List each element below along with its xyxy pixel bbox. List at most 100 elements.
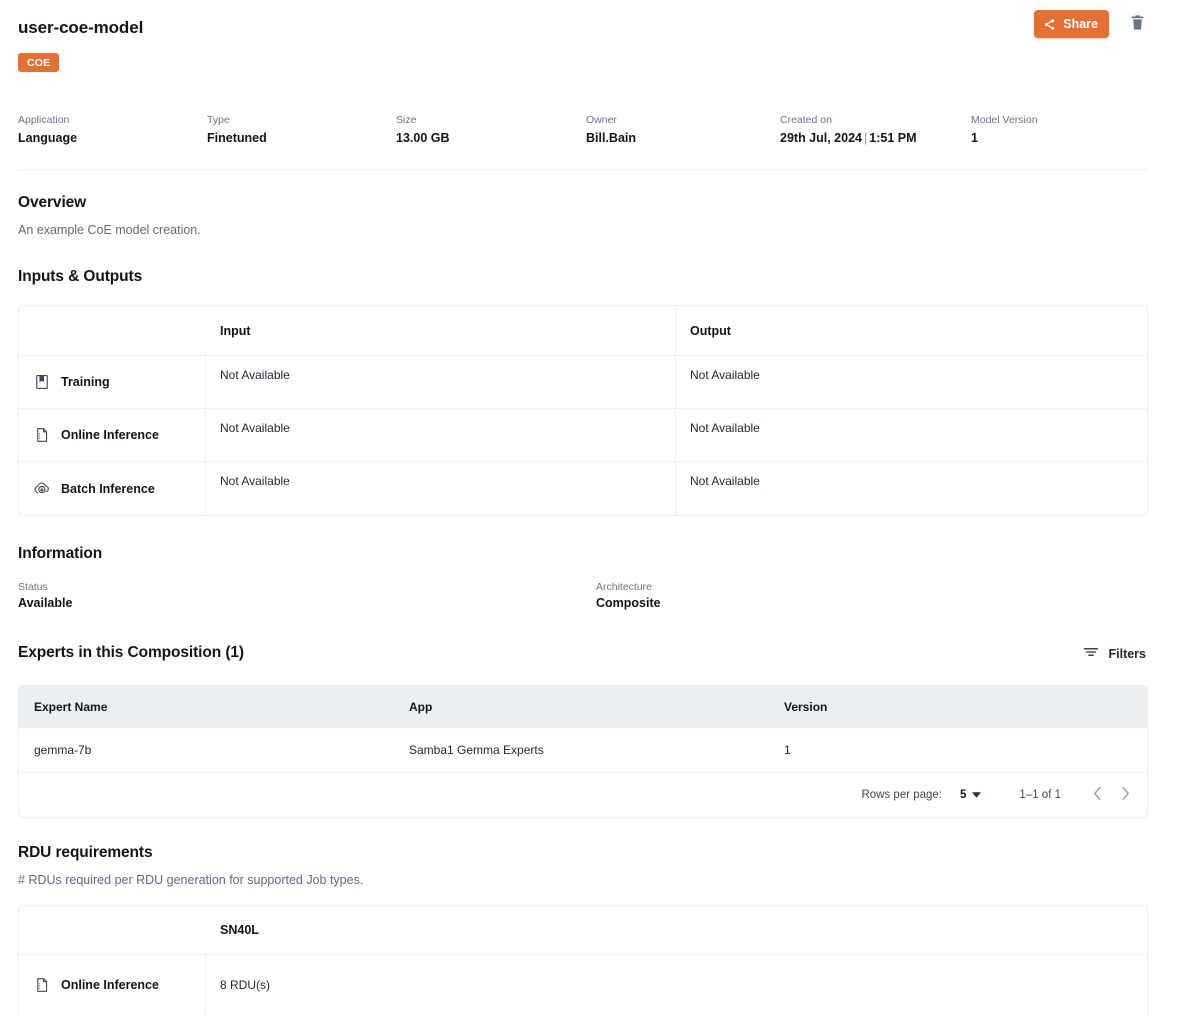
header-divider (18, 169, 1148, 170)
badge-row: COE (18, 50, 1182, 76)
table-row: Online Inference 8 RDU(s) (19, 954, 1147, 1014)
filter-icon (1083, 645, 1099, 662)
delete-button[interactable] (1127, 11, 1148, 37)
row-label: Online Inference (61, 978, 159, 992)
row-label-cell: Online Inference (19, 409, 206, 461)
filters-button[interactable]: Filters (1081, 641, 1148, 666)
column-header-app: App (394, 700, 769, 714)
bookmark-icon (33, 373, 51, 391)
table-row: Online Inference Not Available Not Avail… (19, 409, 1147, 462)
row-label-cell: Batch Inference (19, 462, 206, 515)
row-label: Batch Inference (61, 482, 155, 496)
info-status: Status Available (18, 580, 72, 610)
info-status-label: Status (18, 580, 72, 594)
meta-owner-value: Bill.Bain (586, 130, 636, 146)
rdu-title: RDU requirements (18, 844, 1182, 862)
row-output-value: Not Available (690, 368, 760, 382)
rdu-section: RDU requirements # RDUs required per RDU… (18, 844, 1182, 1014)
status-badge: COE (18, 53, 59, 72)
meta-created-on-value: 29th Jul, 2024|1:51 PM (780, 130, 917, 146)
share-button-label: Share (1063, 17, 1098, 31)
cloud-download-icon (33, 480, 51, 498)
metadata-strip: Application Language Type Finetuned Size… (18, 107, 1182, 169)
cell-expert-name: gemma-7b (19, 743, 394, 757)
cell-app: Samba1 Gemma Experts (394, 743, 769, 757)
created-date: 29th Jul, 2024 (780, 131, 862, 145)
info-status-value: Available (18, 596, 72, 610)
rdu-table: SN40L Online Inference 8 RD (18, 905, 1148, 1014)
header-actions: Share (1034, 10, 1148, 38)
overview-section: Overview An example CoE model creation. (18, 194, 1182, 237)
table-header-row: Input Output (19, 306, 1147, 356)
chevron-left-icon (1093, 786, 1102, 804)
information-title: Information (18, 545, 1182, 563)
information-grid: Status Available Architecture Composite (18, 580, 1182, 622)
meta-created-on: Created on 29th Jul, 2024|1:51 PM (780, 113, 917, 146)
meta-model-version: Model Version 1 (971, 113, 1038, 146)
cell-version: 1 (769, 743, 1147, 757)
meta-type-label: Type (207, 113, 267, 127)
previous-page-button[interactable] (1083, 781, 1111, 809)
column-header-input: Input (206, 306, 676, 355)
meta-application-label: Application (18, 113, 77, 127)
overview-title: Overview (18, 194, 1182, 212)
overview-description: An example CoE model creation. (18, 223, 1182, 237)
row-input-value: Not Available (220, 474, 290, 488)
table-header-row: SN40L (19, 906, 1147, 954)
column-header-blank (19, 906, 206, 954)
meta-owner-label: Owner (586, 113, 636, 127)
row-label: Online Inference (61, 428, 159, 442)
table-row[interactable]: gemma-7b Samba1 Gemma Experts 1 (19, 728, 1147, 773)
experts-title: Experts in this Composition (1) (18, 644, 244, 662)
row-label-cell: Online Inference (19, 955, 206, 1014)
model-detail-page: user-coe-model Share (0, 0, 1200, 1024)
rows-per-page-label: Rows per page: (861, 789, 942, 801)
inputs-outputs-section: Inputs & Outputs Input Output Training (18, 268, 1182, 516)
chevron-down-icon (972, 789, 981, 801)
meta-created-on-label: Created on (780, 113, 917, 127)
table-header-row: Expert Name App Version (19, 686, 1147, 728)
inputs-outputs-table: Input Output Training Not Available Not … (18, 305, 1148, 516)
information-section: Information Status Available Architectur… (18, 545, 1182, 622)
page-header: user-coe-model Share (18, 0, 1182, 50)
meta-size-value: 13.00 GB (396, 130, 450, 146)
meta-model-version-label: Model Version (971, 113, 1038, 127)
document-icon (33, 426, 51, 444)
rows-per-page-value: 5 (960, 789, 966, 801)
meta-application-value: Language (18, 130, 77, 146)
experts-header: Experts in this Composition (1) Filters (18, 644, 1148, 668)
column-header-output: Output (676, 306, 1147, 355)
table-row: Training Not Available Not Available (19, 356, 1147, 409)
cell-rdu-value: 8 RDU(s) (220, 978, 270, 992)
chevron-right-icon (1121, 786, 1130, 804)
meta-owner: Owner Bill.Bain (586, 113, 636, 146)
meta-type: Type Finetuned (207, 113, 267, 146)
row-output-value: Not Available (690, 421, 760, 435)
rdu-description: # RDUs required per RDU generation for s… (18, 873, 1182, 887)
column-header-sn40l: SN40L (206, 906, 1147, 954)
created-separator: | (864, 131, 867, 145)
document-icon (33, 976, 51, 994)
page-title: user-coe-model (18, 18, 143, 38)
column-header-version: Version (769, 700, 1147, 714)
experts-table: Expert Name App Version gemma-7b Samba1 … (18, 685, 1148, 818)
meta-size: Size 13.00 GB (396, 113, 450, 146)
meta-size-label: Size (396, 113, 450, 127)
row-input-value: Not Available (220, 368, 290, 382)
meta-type-value: Finetuned (207, 130, 267, 146)
share-button[interactable]: Share (1034, 10, 1109, 38)
row-output-value: Not Available (690, 474, 760, 488)
info-architecture: Architecture Composite (596, 580, 661, 610)
share-icon (1043, 18, 1056, 31)
meta-application: Application Language (18, 113, 77, 146)
next-page-button[interactable] (1111, 781, 1139, 809)
info-architecture-value: Composite (596, 596, 661, 610)
created-time: 1:51 PM (869, 131, 916, 145)
table-pagination: Rows per page: 5 1–1 of 1 (19, 773, 1147, 817)
column-header-blank (19, 306, 206, 355)
experts-section: Experts in this Composition (1) Filters … (18, 644, 1182, 818)
pagination-range: 1–1 of 1 (1019, 789, 1061, 801)
rows-per-page-select[interactable]: 5 (956, 786, 985, 804)
trash-icon (1129, 13, 1146, 35)
row-label-cell: Training (19, 356, 206, 408)
